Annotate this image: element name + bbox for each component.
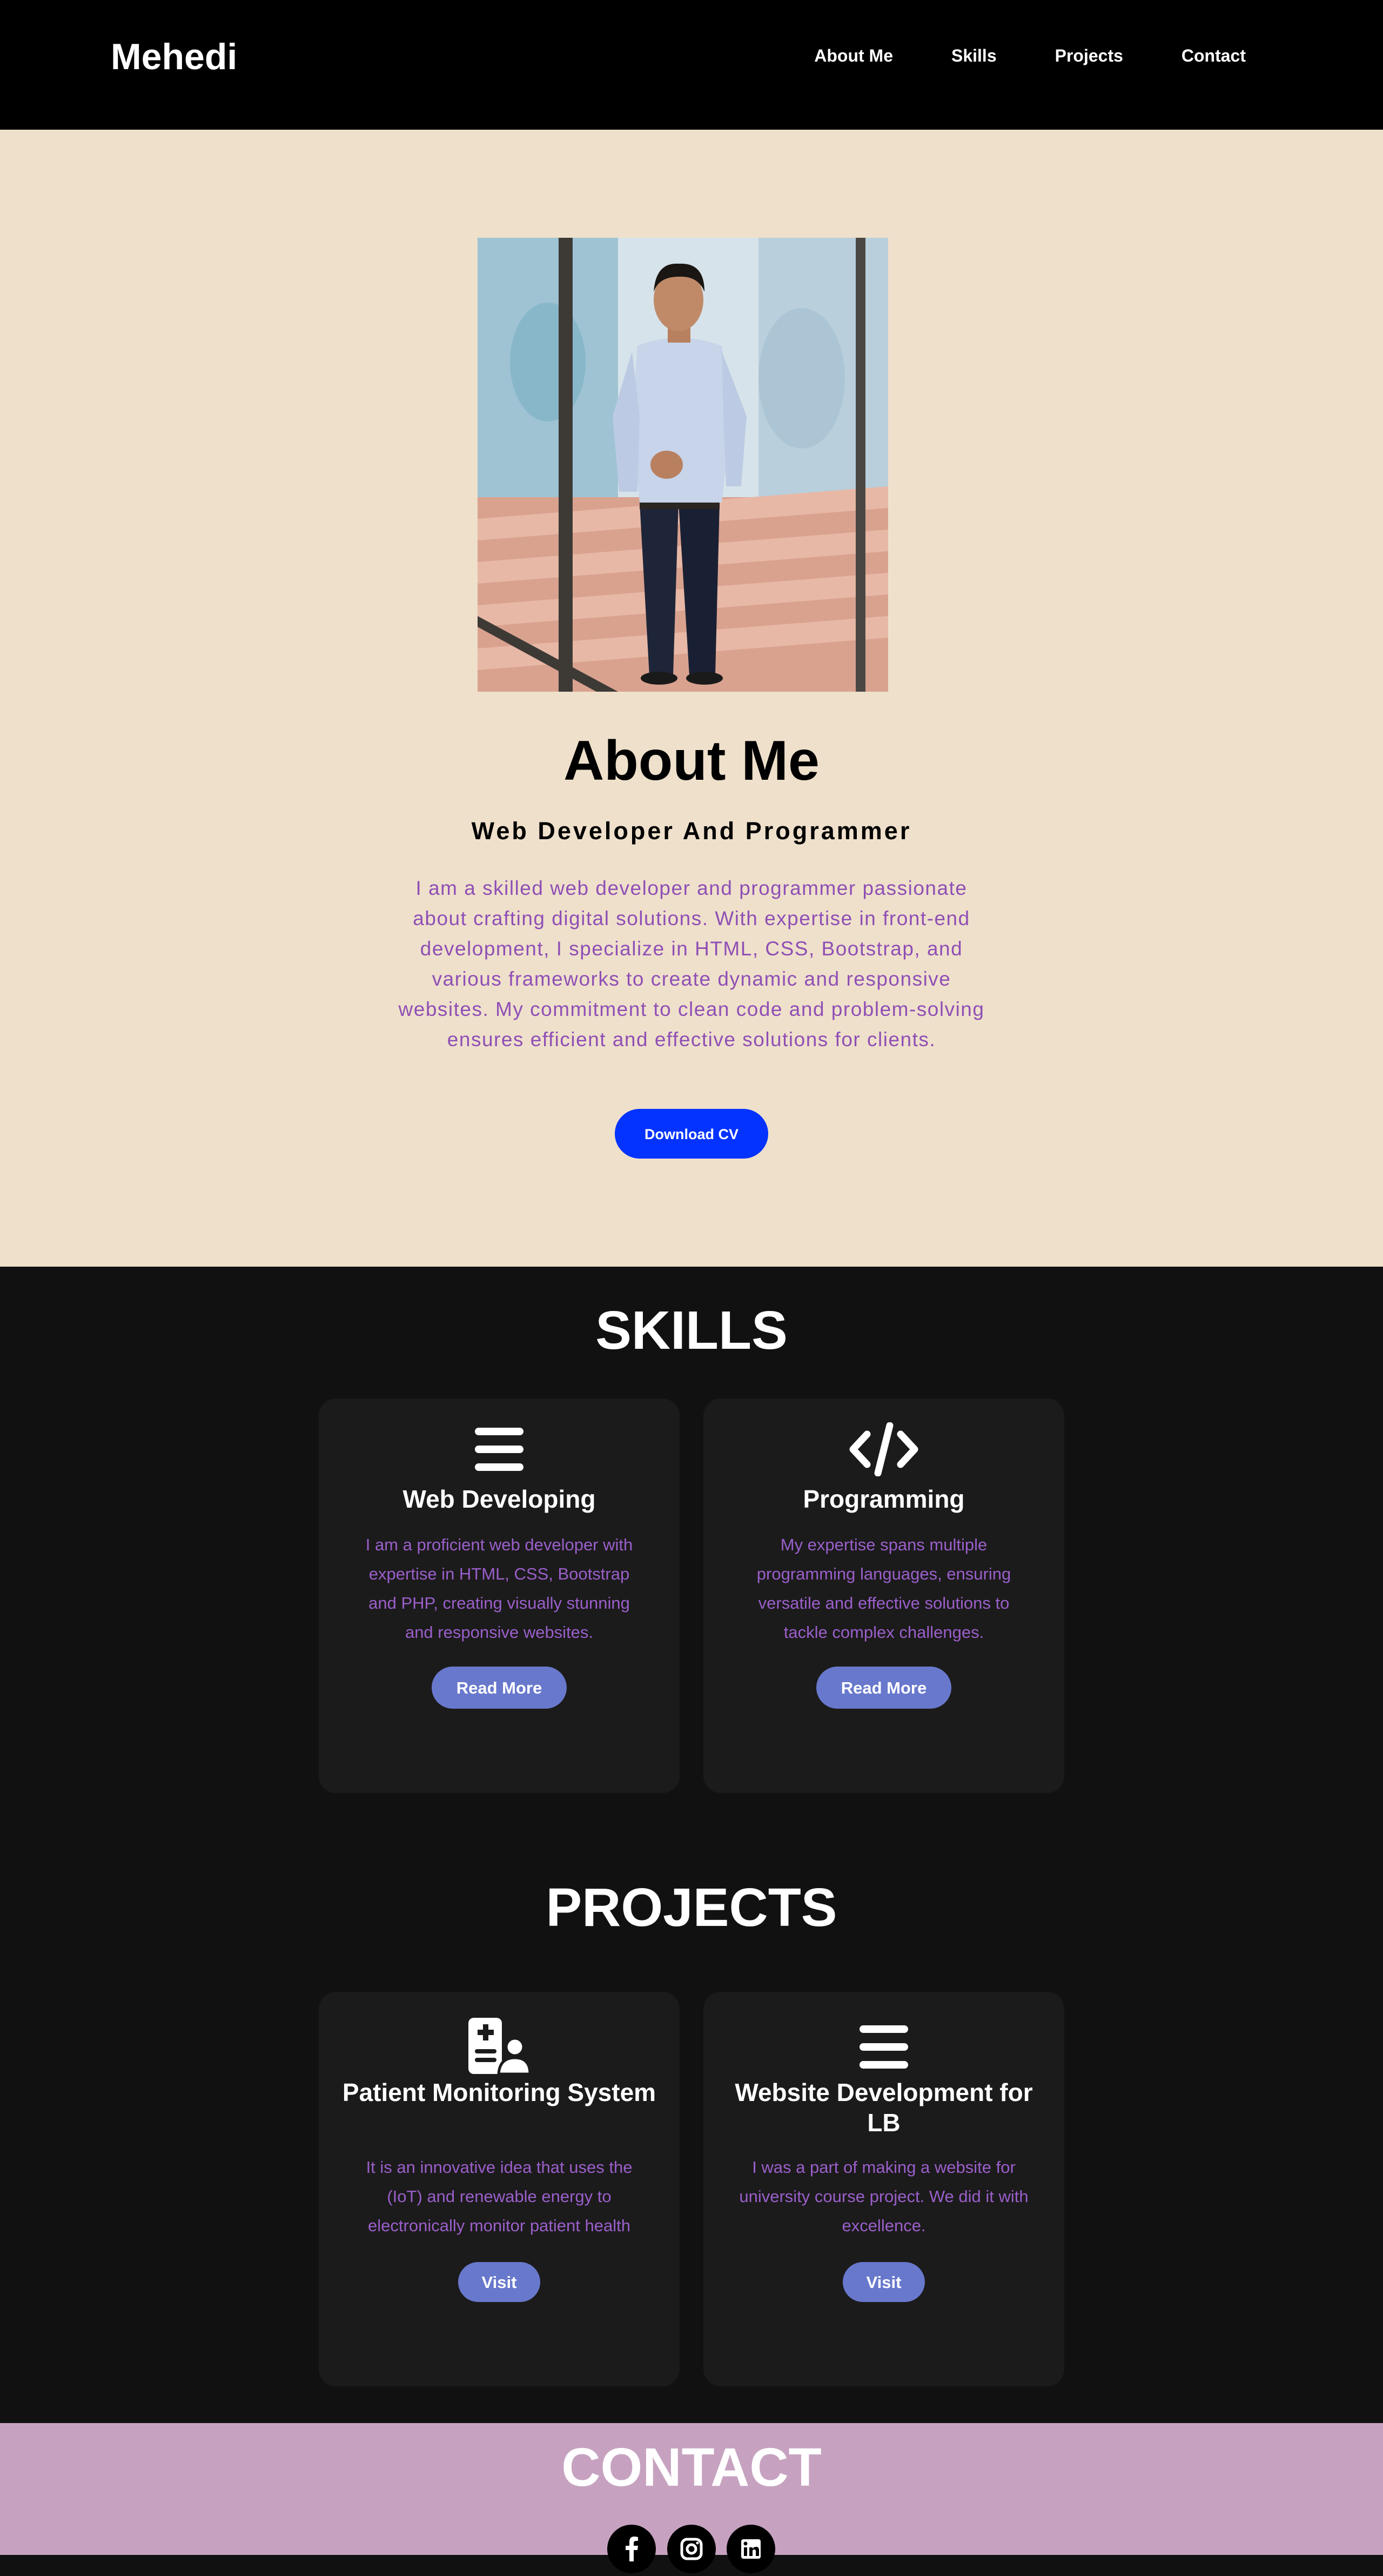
facebook-icon[interactable]	[607, 2525, 656, 2573]
skill-card-description: I am a proficient web developer with exp…	[365, 1535, 633, 1642]
nav-link-skills[interactable]: Skills	[951, 43, 997, 68]
project-card-description: It is an innovative idea that uses the (…	[366, 2158, 633, 2235]
skill-card-title: Programming	[803, 1485, 965, 1513]
visit-button[interactable]: Visit	[458, 2262, 540, 2302]
code-icon	[703, 1422, 1064, 1479]
nav-link-contact[interactable]: Contact	[1181, 43, 1246, 68]
read-more-button[interactable]: Read More	[816, 1667, 951, 1709]
instagram-icon[interactable]	[667, 2525, 716, 2573]
skills-title: SKILLS	[595, 1300, 788, 1361]
hamburger-lines-icon	[703, 2025, 1064, 2071]
nav-link-about[interactable]: About Me	[814, 43, 893, 68]
nav-links: About Me Skills Projects Contact	[814, 43, 1246, 68]
nav-link-projects[interactable]: Projects	[1055, 43, 1123, 68]
skill-card-description: My expertise spans multiple programming …	[756, 1535, 1011, 1642]
about-section: About Me Web Developer And Programmer I …	[0, 130, 1383, 1267]
project-card-patient-monitoring: Patient Monitoring System It is an innov…	[319, 1992, 680, 2386]
navbar: Mehedi About Me Skills Projects Contact	[0, 0, 1383, 130]
visit-button[interactable]: Visit	[843, 2262, 925, 2302]
linkedin-icon[interactable]	[727, 2525, 775, 2573]
read-more-button[interactable]: Read More	[432, 1667, 567, 1709]
hamburger-lines-icon	[319, 1428, 680, 1474]
profile-photo-illustration	[478, 238, 888, 692]
patient-medical-icon	[319, 2018, 680, 2077]
skill-card-web: Web Developing I am a proficient web dev…	[319, 1399, 680, 1793]
contact-section: CONTACT	[0, 2423, 1383, 2573]
skill-card-title: Web Developing	[402, 1485, 596, 1513]
about-subtitle: Web Developer And Programmer	[471, 817, 912, 845]
project-card-description: I was a part of making a website for uni…	[739, 2158, 1029, 2235]
project-card-website-lb: Website Development for LB I was a part …	[703, 1992, 1064, 2386]
contact-title: CONTACT	[561, 2437, 822, 2498]
download-cv-button[interactable]: Download CV	[615, 1109, 768, 1159]
about-description: I am a skilled web developer and program…	[398, 877, 985, 1051]
project-card-title: Website Development for LB	[735, 2078, 1033, 2137]
profile-photo	[478, 238, 888, 692]
about-title: About Me	[563, 730, 820, 792]
project-card-title: Patient Monitoring System	[342, 2078, 656, 2106]
skill-card-programming: Programming My expertise spans multiple …	[703, 1399, 1064, 1793]
projects-title: PROJECTS	[546, 1877, 837, 1938]
brand-logo[interactable]: Mehedi	[111, 32, 237, 81]
